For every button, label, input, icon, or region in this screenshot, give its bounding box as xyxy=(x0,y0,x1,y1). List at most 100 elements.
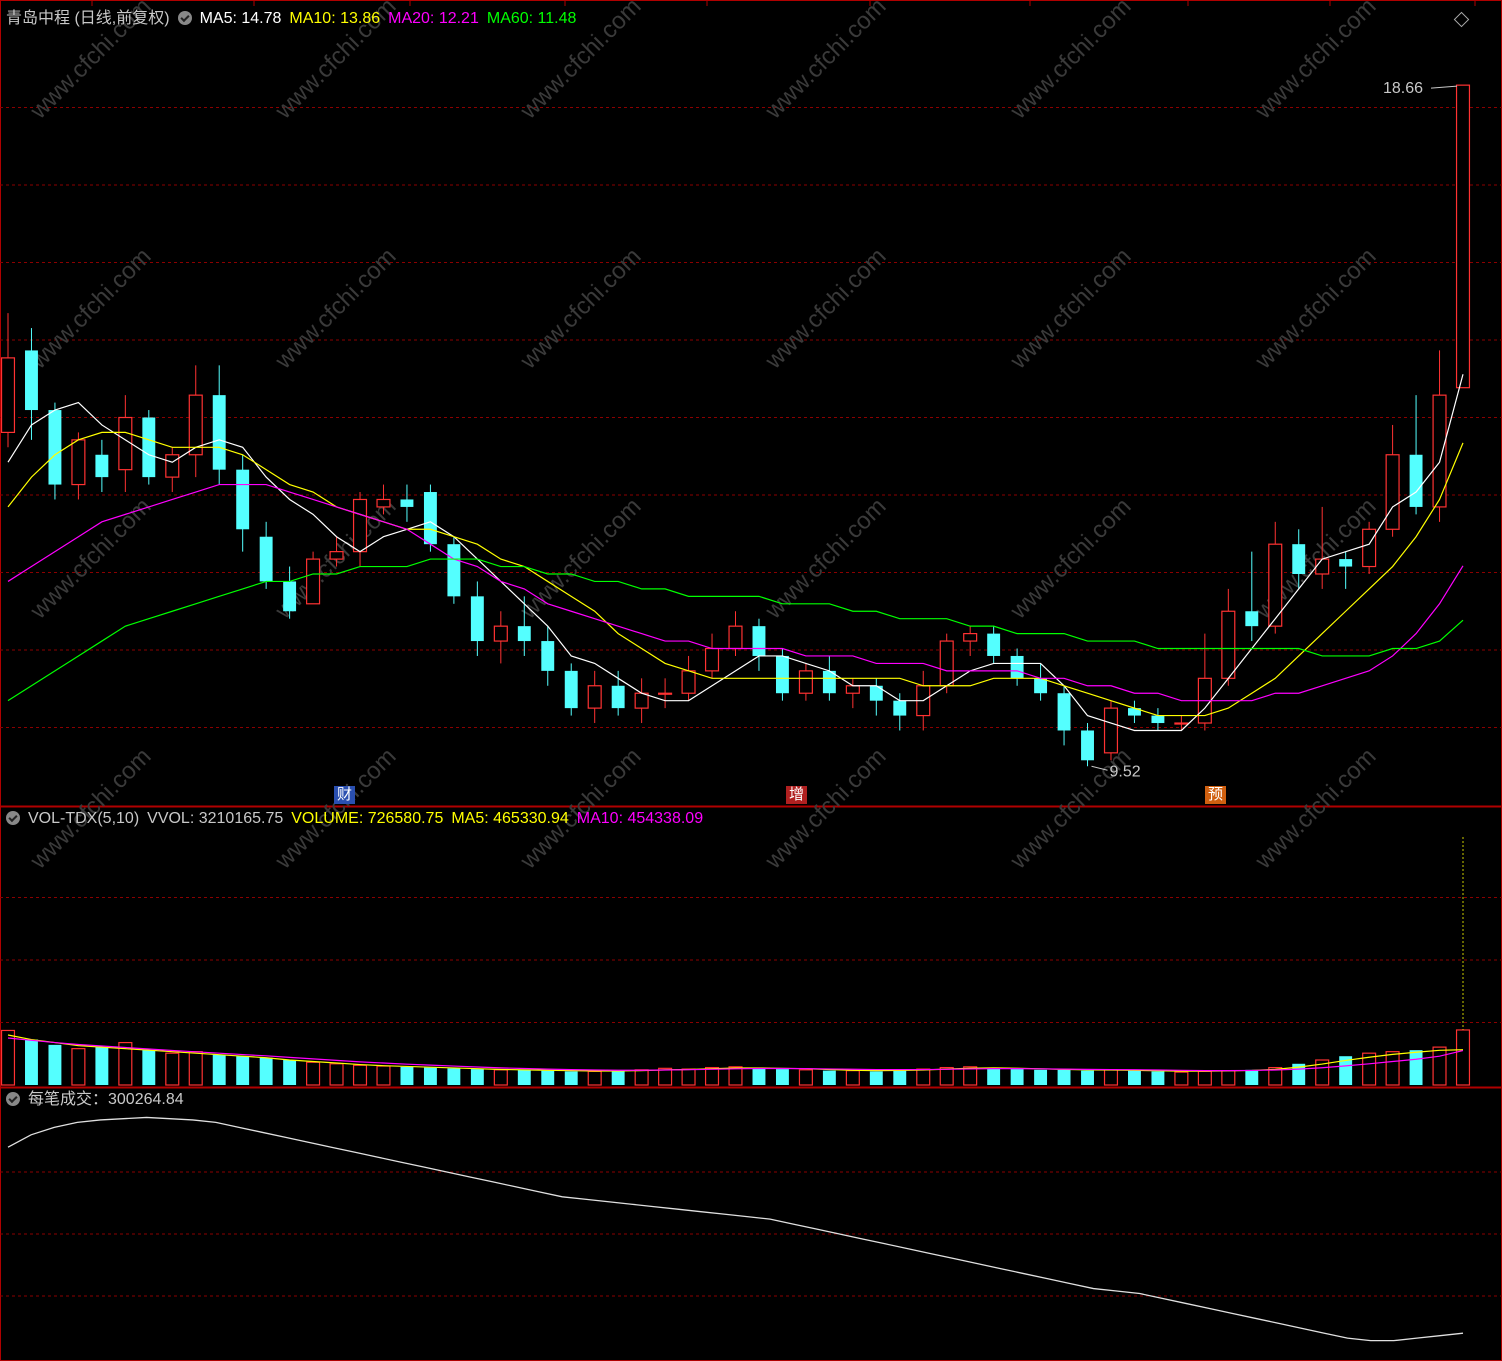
candle-body xyxy=(775,655,789,694)
candle-body xyxy=(1245,611,1259,627)
volume-bar xyxy=(1174,1071,1189,1086)
event-badge-financial[interactable]: 财 xyxy=(334,786,356,804)
candle-body xyxy=(704,647,720,672)
trade-panel-header: 每笔成交：300264.84 xyxy=(6,1090,192,1110)
volume-bar xyxy=(1197,1070,1212,1086)
candle-body xyxy=(95,454,109,478)
high-arrow xyxy=(1430,85,1458,89)
candle-body xyxy=(587,685,602,709)
candle-body xyxy=(493,625,508,642)
volume-bar xyxy=(728,1066,743,1086)
candle-body xyxy=(939,640,954,687)
vol-indicator-name[interactable]: VOL-TDX(5,10) xyxy=(28,810,139,827)
vol-ma10-label: MA10: 454338.09 xyxy=(576,810,704,827)
volume-bar xyxy=(1034,1069,1048,1085)
candle-body xyxy=(1432,394,1447,508)
volume-bar xyxy=(376,1065,391,1086)
ma60-label: MA60: 11.48 xyxy=(486,10,577,27)
candle-body xyxy=(611,685,625,709)
volume-bar xyxy=(1385,1051,1400,1086)
volume-bar xyxy=(611,1070,625,1085)
volume-bar xyxy=(1103,1069,1119,1086)
volume-bar xyxy=(587,1070,602,1086)
candle-body xyxy=(25,350,38,411)
candle-body xyxy=(893,700,907,716)
candle-body xyxy=(1010,655,1024,679)
volume-bar xyxy=(1221,1070,1236,1086)
volume-bar xyxy=(188,1051,203,1086)
watermark-text: www.cfchi.com xyxy=(1249,0,1381,125)
candle-body xyxy=(517,626,531,642)
candle-body xyxy=(1174,722,1189,725)
candle-body xyxy=(1385,454,1400,530)
price-panel-header: 青岛中程 (日线,前复权) MA5: 14.78 MA10: 13.86 MA20: … xyxy=(6,9,584,29)
candle-body xyxy=(142,417,156,478)
volume-bar xyxy=(352,1064,368,1086)
candle-body xyxy=(1339,559,1353,567)
watermark-text: www.cfchi.com xyxy=(1249,743,1381,875)
candle-body xyxy=(845,685,860,694)
candle-body xyxy=(48,410,62,485)
volume-bar xyxy=(1245,1069,1259,1085)
volume-bar xyxy=(517,1069,531,1085)
candle-body xyxy=(306,558,321,605)
candle-body xyxy=(165,454,180,478)
volume-bar xyxy=(798,1069,813,1086)
event-badge-increase[interactable]: 增 xyxy=(786,786,808,804)
ma10-label: MA10: 13.86 xyxy=(289,10,381,27)
dropdown-icon[interactable] xyxy=(177,11,192,25)
dropdown-icon[interactable] xyxy=(6,1092,20,1106)
candle-body xyxy=(1151,715,1165,724)
candle-body xyxy=(118,416,133,471)
candle-body xyxy=(987,633,1001,656)
volume-bar xyxy=(822,1070,836,1085)
watermark-text: www.cfchi.com xyxy=(1004,493,1136,625)
candle-body xyxy=(728,625,743,650)
volume-bar xyxy=(1057,1069,1071,1085)
volume-bar xyxy=(447,1068,461,1085)
watermark-text: www.cfchi.com xyxy=(759,243,891,375)
volume-bar xyxy=(893,1069,907,1085)
dropdown-icon[interactable] xyxy=(6,811,20,825)
volume-bar xyxy=(95,1047,109,1085)
candle-body xyxy=(634,692,649,709)
candle-body xyxy=(752,626,766,656)
candle-body xyxy=(400,499,414,507)
volume-bar xyxy=(236,1056,250,1085)
volume-bar xyxy=(1081,1070,1094,1085)
candle-body xyxy=(1221,610,1236,679)
ma20-line xyxy=(7,483,1464,702)
low-price-label: 9.52 xyxy=(1110,763,1141,780)
volume-bar xyxy=(1455,1029,1471,1086)
volume-bar xyxy=(71,1048,86,1086)
volume-bar xyxy=(916,1068,931,1086)
ma5-line xyxy=(7,374,1464,732)
volume-bar xyxy=(541,1070,555,1085)
volume-bar xyxy=(470,1069,484,1085)
stock-title[interactable]: 青岛中程 (日线,前复权) xyxy=(6,10,170,27)
watermark-text: www.cfchi.com xyxy=(759,743,891,875)
volume-bar xyxy=(259,1057,273,1085)
volume-bar xyxy=(1151,1071,1165,1085)
candle-body xyxy=(1292,544,1306,574)
volume-bar xyxy=(704,1066,720,1086)
volume-bar xyxy=(869,1071,883,1085)
chart-canvas[interactable]: www.cfchi.com www.cfchi.com www.cfchi.com w… xyxy=(0,0,1502,1361)
volume-panel-header: VOL-TDX(5,10) VVOL: 3210165.75 VOLUME: 726… xyxy=(6,809,711,829)
volume-bar xyxy=(165,1052,180,1086)
volume-bar xyxy=(564,1071,578,1085)
ma20-label: MA20: 12.21 xyxy=(388,10,479,27)
candle-body xyxy=(1034,678,1048,694)
chart-border xyxy=(0,0,1502,1361)
candle-body xyxy=(470,596,484,642)
candle-body xyxy=(1057,693,1071,731)
volume-bar xyxy=(775,1069,789,1085)
watermark-text: www.cfchi.com xyxy=(759,0,891,125)
volume-bar xyxy=(1409,1050,1423,1085)
candle-body xyxy=(963,633,978,642)
event-badge-forecast[interactable]: 预 xyxy=(1205,786,1227,804)
candle-body xyxy=(376,498,391,508)
candle-body xyxy=(1103,707,1119,754)
volume-bar xyxy=(306,1061,321,1086)
candle-body xyxy=(1362,528,1377,568)
